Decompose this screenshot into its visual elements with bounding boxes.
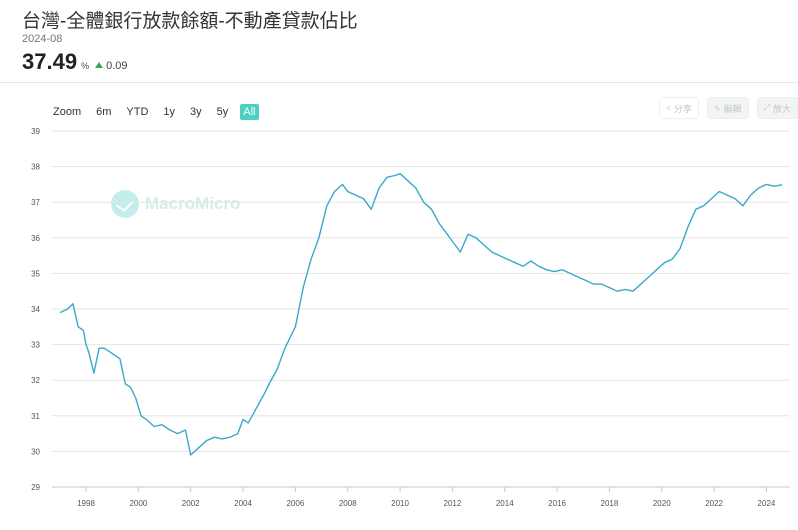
y-tick-label: 35: [31, 269, 40, 278]
y-tick-label: 32: [31, 376, 40, 385]
x-tick-label: 2020: [653, 499, 671, 508]
line-chart: 29 30 31 32 33 34 35 36 37 38 39 1998 2000 2002 2004 20…: [31, 127, 790, 508]
x-tick-label: 2018: [601, 499, 619, 508]
y-tick-label: 33: [31, 341, 40, 350]
x-tick-label: 2016: [548, 499, 566, 508]
x-tick-label: 2008: [339, 499, 357, 508]
series-line: [59, 173, 783, 456]
y-tick-label: 29: [31, 483, 40, 492]
x-tick-label: 2012: [444, 499, 462, 508]
x-tick-label: 2022: [705, 499, 723, 508]
y-tick-label: 30: [31, 447, 40, 456]
x-tick-label: 1998: [77, 499, 95, 508]
y-tick-label: 37: [31, 198, 40, 207]
x-tick-label: 2014: [496, 499, 514, 508]
x-tick-label: 2006: [286, 499, 304, 508]
y-tick-label: 36: [31, 234, 40, 243]
x-tick-label: 2002: [182, 499, 200, 508]
y-tick-label: 31: [31, 412, 40, 421]
x-tick-label: 2010: [391, 499, 409, 508]
y-tick-label: 39: [31, 127, 40, 136]
x-tick-label: 2004: [234, 499, 252, 508]
x-tick-label: 2024: [758, 499, 776, 508]
x-tick-label: 2000: [129, 499, 147, 508]
y-tick-label: 34: [31, 305, 40, 314]
y-tick-label: 38: [31, 163, 40, 172]
